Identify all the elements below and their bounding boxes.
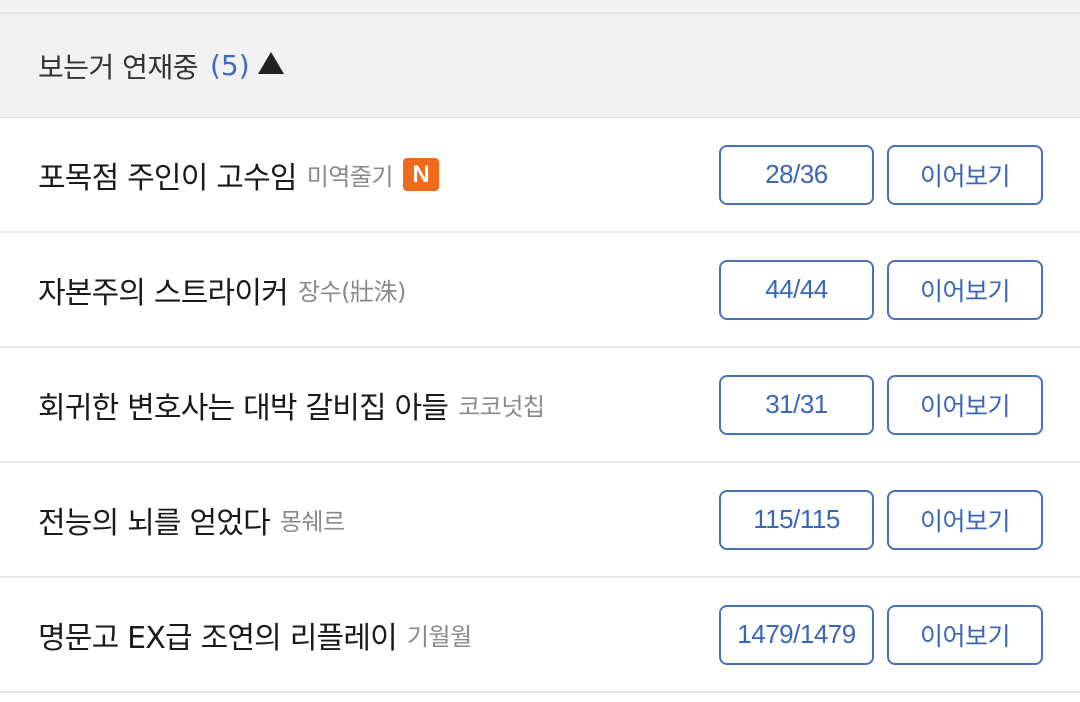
progress-button[interactable]: 1479/1479 bbox=[719, 604, 874, 665]
continue-reading-button[interactable]: 이어보기 bbox=[887, 604, 1043, 665]
series-list: 포목점 주인이 고수임 미역줄기 N 28/36 이어보기 자본주의 스트라이커… bbox=[0, 118, 1080, 693]
list-item[interactable]: 명문고 EX급 조연의 리플레이 기월월 1479/1479 이어보기 bbox=[0, 578, 1080, 693]
list-item[interactable]: 포목점 주인이 고수임 미역줄기 N 28/36 이어보기 bbox=[0, 118, 1080, 233]
item-titles: 자본주의 스트라이커 장수(壯洙) bbox=[38, 268, 719, 312]
item-author: 장수(壯洙) bbox=[297, 278, 406, 306]
item-title[interactable]: 회귀한 변호사는 대박 갈비집 아들 bbox=[38, 383, 449, 427]
section-count: (5) bbox=[209, 49, 250, 82]
progress-button[interactable]: 44/44 bbox=[719, 259, 874, 320]
item-author: 기월월 bbox=[406, 623, 472, 651]
triangle-up-icon[interactable] bbox=[257, 51, 284, 74]
section-header[interactable]: 보는거 연재중 (5) bbox=[0, 14, 1080, 118]
new-badge: N bbox=[403, 158, 440, 191]
continue-reading-button[interactable]: 이어보기 bbox=[887, 489, 1043, 550]
continue-reading-button[interactable]: 이어보기 bbox=[887, 374, 1043, 435]
item-title[interactable]: 포목점 주인이 고수임 bbox=[38, 153, 297, 197]
list-item[interactable]: 회귀한 변호사는 대박 갈비집 아들 코코넛칩 31/31 이어보기 bbox=[0, 348, 1080, 463]
item-titles: 회귀한 변호사는 대박 갈비집 아들 코코넛칩 bbox=[38, 383, 719, 427]
item-titles: 명문고 EX급 조연의 리플레이 기월월 bbox=[38, 613, 719, 657]
progress-button[interactable]: 115/115 bbox=[719, 489, 874, 550]
item-titles: 전능의 뇌를 얻었다 몽쉐르 bbox=[38, 498, 719, 542]
item-title[interactable]: 자본주의 스트라이커 bbox=[38, 268, 289, 312]
section-title: 보는거 연재중 bbox=[38, 50, 198, 84]
list-item[interactable]: 전능의 뇌를 얻었다 몽쉐르 115/115 이어보기 bbox=[0, 463, 1080, 578]
top-divider bbox=[0, 0, 1080, 14]
item-title[interactable]: 전능의 뇌를 얻었다 bbox=[38, 498, 271, 542]
item-author: 미역줄기 bbox=[306, 163, 394, 191]
item-title[interactable]: 명문고 EX급 조연의 리플레이 bbox=[38, 613, 398, 657]
continue-reading-button[interactable]: 이어보기 bbox=[887, 144, 1043, 205]
item-author: 코코넛칩 bbox=[458, 393, 545, 421]
item-titles: 포목점 주인이 고수임 미역줄기 N bbox=[38, 153, 719, 197]
continue-reading-button[interactable]: 이어보기 bbox=[887, 259, 1043, 320]
list-item[interactable]: 자본주의 스트라이커 장수(壯洙) 44/44 이어보기 bbox=[0, 233, 1080, 348]
reading-list-page: 보는거 연재중 (5) 포목점 주인이 고수임 미역줄기 N 28/36 이어보… bbox=[0, 0, 1080, 702]
progress-button[interactable]: 28/36 bbox=[719, 144, 874, 205]
progress-button[interactable]: 31/31 bbox=[719, 374, 874, 435]
item-author: 몽쉐르 bbox=[279, 508, 345, 536]
